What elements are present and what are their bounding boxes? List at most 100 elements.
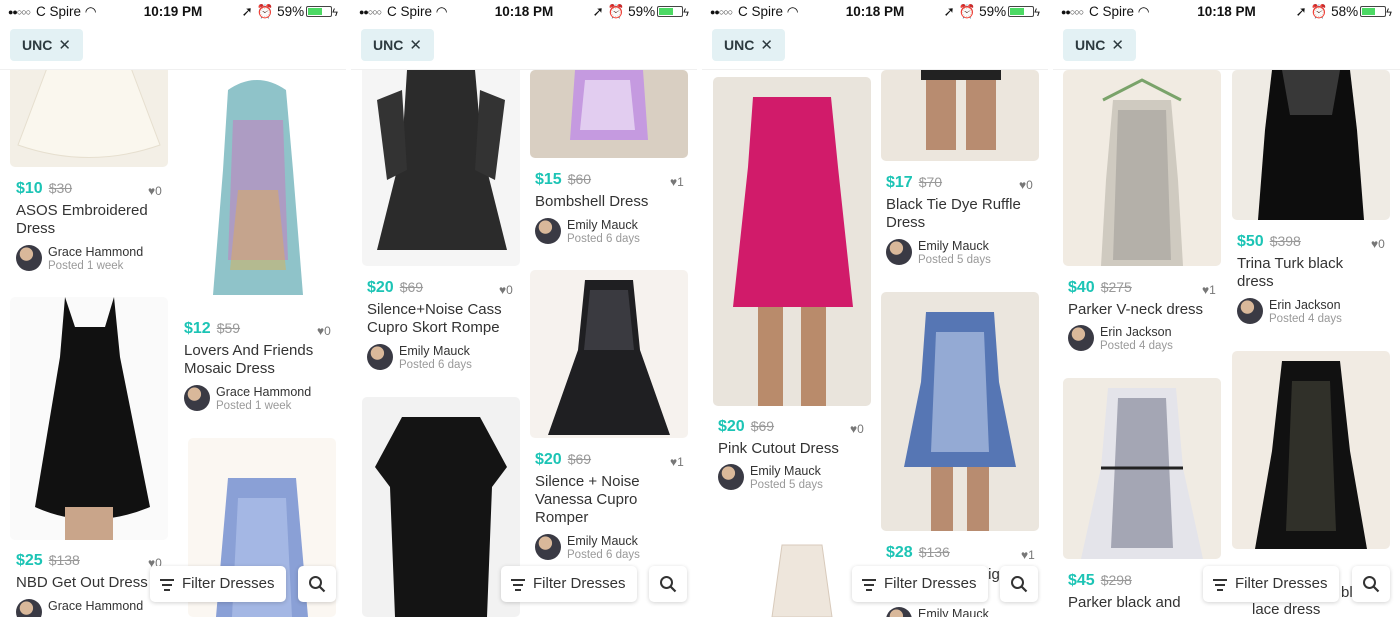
- listing-title[interactable]: Parker V-neck dress: [1068, 301, 1228, 319]
- listing-image[interactable]: [530, 70, 688, 158]
- avatar: [16, 245, 42, 271]
- battery-icon: [1360, 6, 1387, 17]
- avatar: [886, 239, 912, 265]
- price-row: $15 $60: [535, 171, 591, 189]
- seller-name: Grace Hammond: [48, 599, 144, 613]
- original-price: $30: [48, 180, 73, 196]
- listing-title[interactable]: Black Tie Dye Ruffle Dress: [886, 196, 1044, 232]
- listing-title[interactable]: ASOS Embroidered Dress: [16, 202, 171, 238]
- price: $12: [184, 320, 211, 337]
- filter-chip-bar: UNC ✕: [0, 24, 346, 70]
- price: $20: [367, 279, 394, 296]
- like-count[interactable]: ♥0: [1019, 178, 1033, 192]
- screen-2: ●●○○○ C Spire ◠ 10:18 PM ➚ ⏰ 59% ϟ UNC ✕ $…: [351, 0, 697, 617]
- screen-3: ●●○○○ C Spire ◠ 10:18 PM ➚ ⏰ 59% ϟ UNC ✕ $…: [702, 0, 1048, 617]
- price-row: $25 $138: [16, 552, 80, 570]
- battery-icon: [657, 6, 684, 17]
- filter-dresses-button[interactable]: Filter Dresses: [1203, 566, 1339, 602]
- search-button[interactable]: [298, 566, 336, 602]
- price: $17: [886, 174, 913, 191]
- search-button[interactable]: [1352, 566, 1390, 602]
- listing-title[interactable]: Trina Turk black dress: [1237, 255, 1395, 291]
- listing-image[interactable]: [10, 297, 168, 540]
- listing-title[interactable]: Lovers And Friends Mosaic Dress: [184, 342, 342, 378]
- price: $20: [535, 451, 562, 468]
- filter-dresses-button[interactable]: Filter Dresses: [852, 566, 988, 602]
- charging-icon: ϟ: [1034, 7, 1040, 19]
- posted-time: Posted 5 days: [750, 479, 823, 491]
- battery-icon: [1008, 6, 1035, 17]
- listing-image[interactable]: [881, 292, 1039, 531]
- avatar: [16, 599, 42, 617]
- like-count[interactable]: ♥0: [1371, 237, 1385, 251]
- listing-title[interactable]: Silence+Noise Cass Cupro Skort Rompe: [367, 301, 525, 337]
- price: $20: [718, 418, 745, 435]
- charging-icon: ϟ: [332, 7, 338, 19]
- like-count[interactable]: ♥0: [317, 324, 331, 338]
- listing-image[interactable]: [1063, 70, 1221, 266]
- listing-image[interactable]: [1232, 70, 1390, 220]
- like-count[interactable]: ♥1: [1021, 548, 1035, 562]
- original-price: $69: [750, 418, 775, 434]
- like-count[interactable]: ♥0: [499, 283, 513, 297]
- close-icon[interactable]: ✕: [760, 37, 773, 54]
- original-price: $398: [1269, 233, 1301, 249]
- filter-dresses-button[interactable]: Filter Dresses: [150, 566, 286, 602]
- chip-label: UNC: [1075, 37, 1106, 53]
- listing-image[interactable]: [362, 397, 520, 617]
- filter-dresses-button[interactable]: Filter Dresses: [501, 566, 637, 602]
- filter-chip-bar: UNC ✕: [702, 24, 1048, 70]
- listing-image[interactable]: [1063, 378, 1221, 559]
- chip-label: UNC: [373, 37, 404, 53]
- listing-title[interactable]: lace dress: [1252, 601, 1372, 617]
- price-row: $50 $398: [1237, 233, 1301, 251]
- like-count[interactable]: ♥1: [670, 455, 684, 469]
- listing-title[interactable]: NBD Get Out Dress: [16, 574, 171, 592]
- original-price: $69: [399, 279, 424, 295]
- listing-image[interactable]: [530, 270, 688, 438]
- avatar: [535, 218, 561, 244]
- like-count[interactable]: ♥1: [670, 175, 684, 189]
- posted-time: Posted 4 days: [1100, 340, 1173, 352]
- listing-image[interactable]: [10, 60, 168, 167]
- listing-image[interactable]: [362, 60, 520, 266]
- price-row: $17 $70: [886, 174, 942, 192]
- price: $28: [886, 544, 913, 561]
- filter-icon: [862, 579, 876, 591]
- filter-chip[interactable]: UNC ✕: [361, 29, 434, 61]
- seller-name: Grace Hammond: [48, 245, 144, 259]
- listing-title[interactable]: Silence + Noise Vanessa Cupro Romper: [535, 473, 693, 527]
- screen-4: ●●○○○ C Spire ◠ 10:18 PM ➚ ⏰ 58% ϟ UNC ✕ $…: [1053, 0, 1400, 617]
- charging-icon: ϟ: [683, 7, 689, 19]
- filter-chip[interactable]: UNC ✕: [712, 29, 785, 61]
- filter-chip[interactable]: UNC ✕: [1063, 29, 1136, 61]
- listing-title[interactable]: Pink Cutout Dress: [718, 440, 876, 458]
- listing-image[interactable]: [178, 70, 336, 307]
- close-icon[interactable]: ✕: [58, 37, 71, 54]
- listing-image[interactable]: [713, 77, 871, 406]
- price-row: $40 $275: [1068, 279, 1132, 297]
- filter-icon: [160, 579, 174, 591]
- battery-percent: 59%: [277, 4, 305, 19]
- filter-icon: [511, 579, 525, 591]
- original-price: $138: [48, 552, 80, 568]
- battery-percent: 59%: [979, 4, 1007, 19]
- filter-chip-bar: UNC ✕: [351, 24, 697, 70]
- original-price: $298: [1100, 572, 1132, 588]
- close-icon[interactable]: ✕: [1111, 37, 1124, 54]
- filter-chip[interactable]: UNC ✕: [10, 29, 83, 61]
- search-button[interactable]: [1000, 566, 1038, 602]
- listing-image[interactable]: [742, 540, 862, 617]
- price: $45: [1068, 572, 1095, 589]
- chip-label: UNC: [22, 37, 53, 53]
- listing-image[interactable]: [881, 70, 1039, 161]
- like-count[interactable]: ♥1: [1202, 283, 1216, 297]
- search-button[interactable]: [649, 566, 687, 602]
- like-count[interactable]: ♥0: [148, 184, 162, 198]
- price-row: $12 $59: [184, 320, 240, 338]
- listing-title[interactable]: Bombshell Dress: [535, 193, 693, 211]
- location-icon: ➚: [1295, 4, 1307, 19]
- close-icon[interactable]: ✕: [409, 37, 422, 54]
- like-count[interactable]: ♥0: [850, 422, 864, 436]
- listing-image[interactable]: [1232, 351, 1390, 549]
